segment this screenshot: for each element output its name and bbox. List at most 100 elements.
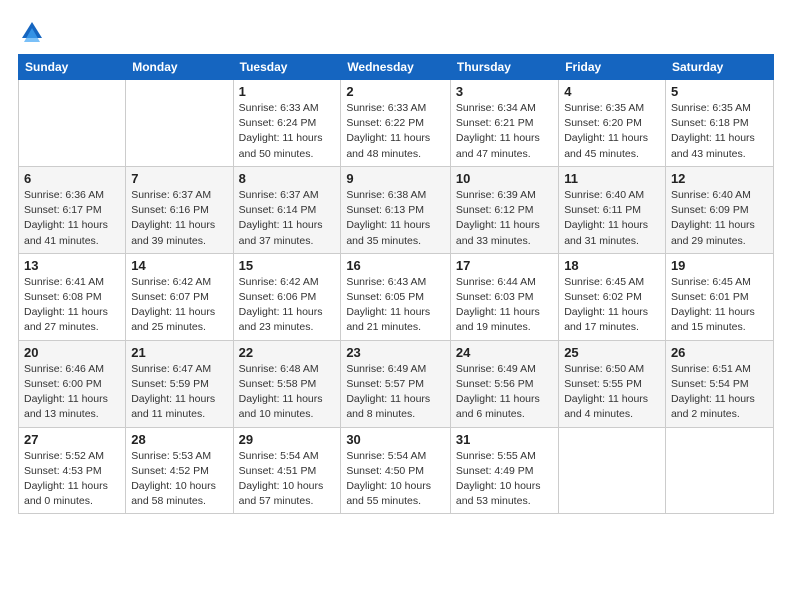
calendar-table: SundayMondayTuesdayWednesdayThursdayFrid… [18, 54, 774, 514]
calendar-cell [19, 80, 126, 167]
day-number: 14 [131, 258, 227, 273]
calendar-week-row: 13 Sunrise: 6:41 AM Sunset: 6:08 PM Dayli… [19, 253, 774, 340]
calendar-week-row: 6 Sunrise: 6:36 AM Sunset: 6:17 PM Daylig… [19, 166, 774, 253]
day-number: 8 [239, 171, 336, 186]
day-info: Sunrise: 6:50 AM Sunset: 5:55 PM Dayligh… [564, 362, 660, 423]
day-number: 4 [564, 84, 660, 99]
day-info: Sunrise: 6:33 AM Sunset: 6:24 PM Dayligh… [239, 101, 336, 162]
logo-icon [18, 18, 46, 46]
day-info: Sunrise: 6:35 AM Sunset: 6:18 PM Dayligh… [671, 101, 768, 162]
day-info: Sunrise: 6:33 AM Sunset: 6:22 PM Dayligh… [346, 101, 445, 162]
calendar-cell: 15 Sunrise: 6:42 AM Sunset: 6:06 PM Dayli… [233, 253, 341, 340]
day-number: 26 [671, 345, 768, 360]
day-number: 19 [671, 258, 768, 273]
calendar-cell: 25 Sunrise: 6:50 AM Sunset: 5:55 PM Dayli… [559, 340, 666, 427]
day-info: Sunrise: 6:41 AM Sunset: 6:08 PM Dayligh… [24, 275, 120, 336]
day-info: Sunrise: 6:49 AM Sunset: 5:57 PM Dayligh… [346, 362, 445, 423]
day-info: Sunrise: 6:51 AM Sunset: 5:54 PM Dayligh… [671, 362, 768, 423]
weekday-thursday: Thursday [450, 55, 558, 80]
weekday-wednesday: Wednesday [341, 55, 451, 80]
day-info: Sunrise: 6:42 AM Sunset: 6:06 PM Dayligh… [239, 275, 336, 336]
calendar-week-row: 20 Sunrise: 6:46 AM Sunset: 6:00 PM Dayli… [19, 340, 774, 427]
calendar-cell: 24 Sunrise: 6:49 AM Sunset: 5:56 PM Dayli… [450, 340, 558, 427]
day-info: Sunrise: 6:40 AM Sunset: 6:09 PM Dayligh… [671, 188, 768, 249]
day-info: Sunrise: 6:43 AM Sunset: 6:05 PM Dayligh… [346, 275, 445, 336]
calendar-cell: 16Sunrise: 6:43 AM Sunset: 6:05 PM Dayli… [341, 253, 451, 340]
calendar-cell: 4Sunrise: 6:35 AM Sunset: 6:20 PM Daylig… [559, 80, 666, 167]
page: SundayMondayTuesdayWednesdayThursdayFrid… [0, 0, 792, 612]
day-number: 11 [564, 171, 660, 186]
day-info: Sunrise: 6:42 AM Sunset: 6:07 PM Dayligh… [131, 275, 227, 336]
day-info: Sunrise: 6:45 AM Sunset: 6:01 PM Dayligh… [671, 275, 768, 336]
day-number: 28 [131, 432, 227, 447]
day-info: Sunrise: 6:37 AM Sunset: 6:14 PM Dayligh… [239, 188, 336, 249]
calendar-cell: 5Sunrise: 6:35 AM Sunset: 6:18 PM Daylig… [665, 80, 773, 167]
day-info: Sunrise: 6:47 AM Sunset: 5:59 PM Dayligh… [131, 362, 227, 423]
calendar-cell: 8 Sunrise: 6:37 AM Sunset: 6:14 PM Daylig… [233, 166, 341, 253]
day-info: Sunrise: 6:48 AM Sunset: 5:58 PM Dayligh… [239, 362, 336, 423]
day-number: 2 [346, 84, 445, 99]
day-number: 6 [24, 171, 120, 186]
day-info: Sunrise: 6:36 AM Sunset: 6:17 PM Dayligh… [24, 188, 120, 249]
day-info: Sunrise: 6:44 AM Sunset: 6:03 PM Dayligh… [456, 275, 553, 336]
day-number: 30 [346, 432, 445, 447]
calendar-cell: 9 Sunrise: 6:38 AM Sunset: 6:13 PM Daylig… [341, 166, 451, 253]
day-number: 25 [564, 345, 660, 360]
calendar-cell: 19 Sunrise: 6:45 AM Sunset: 6:01 PM Dayli… [665, 253, 773, 340]
day-number: 27 [24, 432, 120, 447]
weekday-sunday: Sunday [19, 55, 126, 80]
logo [18, 18, 50, 46]
day-number: 20 [24, 345, 120, 360]
day-number: 18 [564, 258, 660, 273]
day-number: 7 [131, 171, 227, 186]
day-info: Sunrise: 6:49 AM Sunset: 5:56 PM Dayligh… [456, 362, 553, 423]
day-number: 3 [456, 84, 553, 99]
day-number: 12 [671, 171, 768, 186]
calendar-cell: 23Sunrise: 6:49 AM Sunset: 5:57 PM Dayli… [341, 340, 451, 427]
calendar-cell: 26 Sunrise: 6:51 AM Sunset: 5:54 PM Dayli… [665, 340, 773, 427]
day-number: 21 [131, 345, 227, 360]
day-number: 15 [239, 258, 336, 273]
day-number: 9 [346, 171, 445, 186]
day-info: Sunrise: 5:53 AM Sunset: 4:52 PM Dayligh… [131, 449, 227, 510]
weekday-monday: Monday [126, 55, 233, 80]
weekday-saturday: Saturday [665, 55, 773, 80]
calendar-cell: 6 Sunrise: 6:36 AM Sunset: 6:17 PM Daylig… [19, 166, 126, 253]
header [18, 18, 774, 46]
calendar-cell: 20 Sunrise: 6:46 AM Sunset: 6:00 PM Dayli… [19, 340, 126, 427]
calendar-week-row: 27 Sunrise: 5:52 AM Sunset: 4:53 PM Dayli… [19, 427, 774, 514]
day-info: Sunrise: 5:52 AM Sunset: 4:53 PM Dayligh… [24, 449, 120, 510]
day-info: Sunrise: 6:45 AM Sunset: 6:02 PM Dayligh… [564, 275, 660, 336]
day-number: 24 [456, 345, 553, 360]
day-number: 31 [456, 432, 553, 447]
calendar-cell: 3Sunrise: 6:34 AM Sunset: 6:21 PM Daylig… [450, 80, 558, 167]
calendar-cell: 27 Sunrise: 5:52 AM Sunset: 4:53 PM Dayli… [19, 427, 126, 514]
calendar-cell: 21 Sunrise: 6:47 AM Sunset: 5:59 PM Dayli… [126, 340, 233, 427]
day-info: Sunrise: 5:54 AM Sunset: 4:50 PM Dayligh… [346, 449, 445, 510]
day-number: 29 [239, 432, 336, 447]
day-info: Sunrise: 6:46 AM Sunset: 6:00 PM Dayligh… [24, 362, 120, 423]
calendar-cell: 12 Sunrise: 6:40 AM Sunset: 6:09 PM Dayli… [665, 166, 773, 253]
day-info: Sunrise: 5:54 AM Sunset: 4:51 PM Dayligh… [239, 449, 336, 510]
weekday-header-row: SundayMondayTuesdayWednesdayThursdayFrid… [19, 55, 774, 80]
calendar-cell [665, 427, 773, 514]
calendar-cell: 11Sunrise: 6:40 AM Sunset: 6:11 PM Dayli… [559, 166, 666, 253]
calendar-cell: 14 Sunrise: 6:42 AM Sunset: 6:07 PM Dayli… [126, 253, 233, 340]
calendar-cell: 22 Sunrise: 6:48 AM Sunset: 5:58 PM Dayli… [233, 340, 341, 427]
calendar-cell: 2 Sunrise: 6:33 AM Sunset: 6:22 PM Daylig… [341, 80, 451, 167]
day-info: Sunrise: 6:38 AM Sunset: 6:13 PM Dayligh… [346, 188, 445, 249]
day-info: Sunrise: 5:55 AM Sunset: 4:49 PM Dayligh… [456, 449, 553, 510]
calendar-cell: 31 Sunrise: 5:55 AM Sunset: 4:49 PM Dayli… [450, 427, 558, 514]
weekday-tuesday: Tuesday [233, 55, 341, 80]
calendar-cell: 10 Sunrise: 6:39 AM Sunset: 6:12 PM Dayli… [450, 166, 558, 253]
calendar-cell [126, 80, 233, 167]
calendar-cell: 28 Sunrise: 5:53 AM Sunset: 4:52 PM Dayli… [126, 427, 233, 514]
day-info: Sunrise: 6:39 AM Sunset: 6:12 PM Dayligh… [456, 188, 553, 249]
day-number: 13 [24, 258, 120, 273]
calendar-cell: 18 Sunrise: 6:45 AM Sunset: 6:02 PM Dayli… [559, 253, 666, 340]
day-number: 22 [239, 345, 336, 360]
calendar-cell: 17Sunrise: 6:44 AM Sunset: 6:03 PM Dayli… [450, 253, 558, 340]
calendar-cell [559, 427, 666, 514]
calendar-cell: 29 Sunrise: 5:54 AM Sunset: 4:51 PM Dayli… [233, 427, 341, 514]
day-number: 10 [456, 171, 553, 186]
